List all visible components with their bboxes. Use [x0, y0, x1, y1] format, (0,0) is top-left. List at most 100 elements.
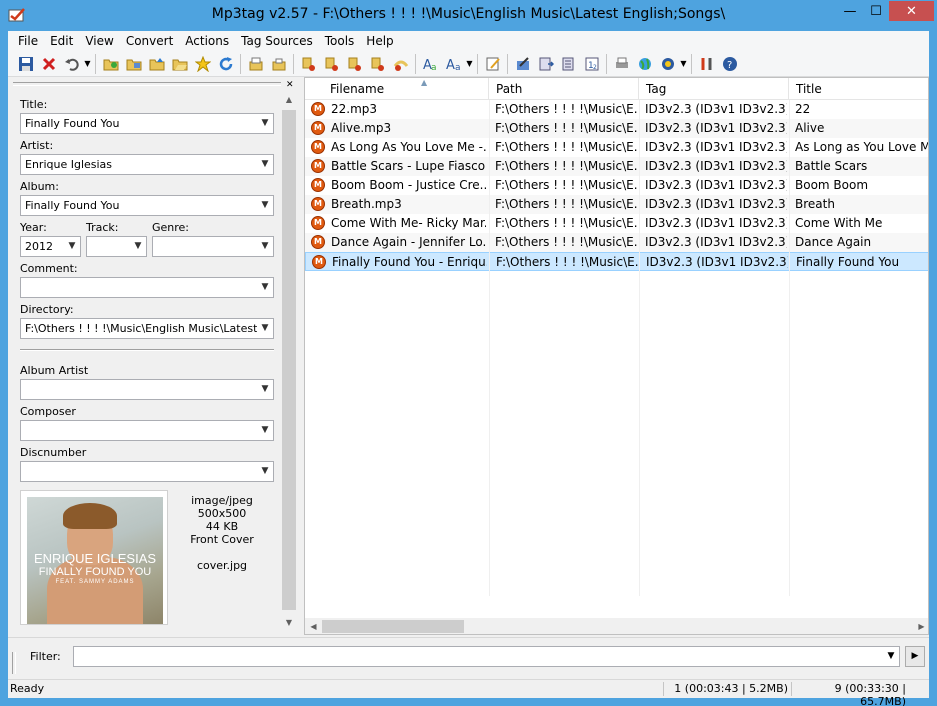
- column-filename-label: Filename: [330, 82, 385, 96]
- table-row[interactable]: M 22.mp3 F:\Others ! ! ! !\Music\E... ID3v2…: [305, 100, 928, 119]
- scroll-right-icon[interactable]: ▶: [913, 618, 928, 634]
- chevron-down-icon[interactable]: ▼: [257, 155, 273, 174]
- album-artist-field[interactable]: ▼: [20, 379, 274, 400]
- scroll-down-icon[interactable]: ▼: [281, 615, 297, 631]
- playlist-icon[interactable]: [557, 53, 580, 75]
- year-field[interactable]: 2012 ▼: [20, 236, 81, 257]
- chevron-down-icon[interactable]: ▼: [130, 237, 146, 256]
- hscroll-thumb[interactable]: [322, 620, 464, 633]
- column-tag[interactable]: Tag: [639, 78, 789, 100]
- table-row[interactable]: M Come With Me- Ricky Mar... F:\Others ! !…: [305, 214, 928, 233]
- table-row[interactable]: M Finally Found You - Enriqu... F:\Others …: [305, 252, 928, 271]
- import-icon[interactable]: [267, 53, 290, 75]
- add-file-icon[interactable]: [145, 53, 168, 75]
- panel-close-icon[interactable]: ✕: [286, 80, 294, 90]
- artist-field[interactable]: Enrique Iglesias ▼: [20, 154, 274, 175]
- save-icon[interactable]: [14, 53, 37, 75]
- chevron-down-icon[interactable]: ▼: [257, 196, 273, 215]
- cell-title: Battle Scars: [795, 159, 868, 173]
- print-icon[interactable]: [610, 53, 633, 75]
- quick-actions-icon[interactable]: Aa: [442, 53, 465, 75]
- table-row[interactable]: M As Long As You Love Me -... F:\Others ! …: [305, 138, 928, 157]
- chevron-down-icon[interactable]: ▼: [257, 421, 273, 440]
- title-bar[interactable]: Mp3tag v2.57 - F:\Others ! ! ! !\Music\E…: [0, 0, 937, 31]
- menu-view[interactable]: View: [79, 31, 119, 51]
- filter-input[interactable]: ▼: [73, 646, 900, 667]
- chevron-down-icon[interactable]: ▼: [257, 278, 273, 297]
- genre-field[interactable]: ▼: [152, 236, 274, 257]
- chevron-down-icon[interactable]: ▼: [883, 647, 899, 666]
- column-title[interactable]: Title: [789, 78, 928, 100]
- filter-grip[interactable]: [12, 652, 16, 674]
- numbering-icon[interactable]: 12: [580, 53, 603, 75]
- panel-grip[interactable]: [13, 82, 281, 86]
- composer-field[interactable]: ▼: [20, 420, 274, 441]
- chevron-down-icon[interactable]: ▼: [257, 380, 273, 399]
- file-list-hscrollbar[interactable]: ◀ ▶: [305, 618, 928, 634]
- filter-apply-button[interactable]: ▶: [905, 646, 925, 667]
- sort-ascending-icon: ▲: [421, 78, 428, 87]
- actions-icon[interactable]: Aa: [419, 53, 442, 75]
- column-filename[interactable]: Filename ▲: [323, 78, 489, 100]
- table-row[interactable]: M Breath.mp3 F:\Others ! ! ! !\Music\E... I…: [305, 195, 928, 214]
- convert-icon[interactable]: [534, 53, 557, 75]
- table-row[interactable]: M Alive.mp3 F:\Others ! ! ! !\Music\E... ID…: [305, 119, 928, 138]
- actions-dropdown-icon[interactable]: ▼: [465, 59, 474, 68]
- text-file-to-tag-icon[interactable]: [343, 53, 366, 75]
- tag-panel-scrollbar[interactable]: ▲ ▼: [281, 92, 297, 631]
- remove-tag-icon[interactable]: [37, 53, 60, 75]
- discnumber-field[interactable]: ▼: [20, 461, 274, 482]
- add-directory-icon[interactable]: [99, 53, 122, 75]
- table-row[interactable]: M Dance Again - Jennifer Lo... F:\Others !…: [305, 233, 928, 252]
- status-divider: [791, 682, 792, 696]
- tag-to-tag-icon[interactable]: [366, 53, 389, 75]
- column-path[interactable]: Path: [489, 78, 639, 100]
- tag-to-filename-icon[interactable]: [297, 53, 320, 75]
- svg-text:2: 2: [593, 64, 597, 71]
- undo-icon[interactable]: [60, 53, 83, 75]
- chevron-down-icon[interactable]: ▼: [257, 462, 273, 481]
- menu-edit[interactable]: Edit: [44, 31, 79, 51]
- edit-tags-icon[interactable]: [511, 53, 534, 75]
- favorites-icon[interactable]: [191, 53, 214, 75]
- auto-numbering-icon[interactable]: [389, 53, 412, 75]
- table-row[interactable]: M Boom Boom - Justice Cre... F:\Others ! !…: [305, 176, 928, 195]
- maximize-button[interactable]: ☐: [863, 1, 889, 21]
- web-sources-icon[interactable]: [633, 53, 656, 75]
- undo-dropdown-icon[interactable]: ▼: [83, 59, 92, 68]
- track-field[interactable]: ▼: [86, 236, 147, 257]
- extended-tags-icon[interactable]: [481, 53, 504, 75]
- minimize-button[interactable]: —: [837, 1, 863, 21]
- table-row[interactable]: M Battle Scars - Lupe Fiasco f... F:\Other…: [305, 157, 928, 176]
- cover-art-frame[interactable]: ENRIQUE IGLESIAS FINALLY FOUND YOU FEAT.…: [20, 490, 168, 625]
- open-folder-icon[interactable]: [168, 53, 191, 75]
- freedb-icon[interactable]: [656, 53, 679, 75]
- chevron-down-icon[interactable]: ▼: [257, 237, 273, 256]
- chevron-down-icon[interactable]: ▼: [64, 237, 80, 256]
- change-directory-icon[interactable]: [122, 53, 145, 75]
- menu-tag-sources[interactable]: Tag Sources: [235, 31, 319, 51]
- close-button[interactable]: ✕: [889, 1, 934, 21]
- menu-bar: File Edit View Convert Actions Tag Sourc…: [8, 31, 929, 51]
- directory-field[interactable]: F:\Others ! ! ! !\Music\English Music\La…: [20, 318, 274, 339]
- scroll-thumb[interactable]: [282, 110, 296, 610]
- help-icon[interactable]: ?: [718, 53, 741, 75]
- cover-info-spacer: [178, 546, 266, 559]
- title-field[interactable]: Finally Found You ▼: [20, 113, 274, 134]
- chevron-down-icon[interactable]: ▼: [257, 319, 273, 338]
- menu-tools[interactable]: Tools: [319, 31, 361, 51]
- refresh-icon[interactable]: [214, 53, 237, 75]
- album-field[interactable]: Finally Found You ▼: [20, 195, 274, 216]
- export-icon[interactable]: [244, 53, 267, 75]
- menu-actions[interactable]: Actions: [179, 31, 235, 51]
- menu-convert[interactable]: Convert: [120, 31, 179, 51]
- menu-help[interactable]: Help: [360, 31, 399, 51]
- comment-field[interactable]: ▼: [20, 277, 274, 298]
- tag-sources-dropdown-icon[interactable]: ▼: [679, 59, 688, 68]
- scroll-up-icon[interactable]: ▲: [281, 92, 297, 108]
- chevron-down-icon[interactable]: ▼: [257, 114, 273, 133]
- menu-file[interactable]: File: [12, 31, 44, 51]
- scroll-left-icon[interactable]: ◀: [305, 618, 322, 634]
- filename-to-tag-icon[interactable]: [320, 53, 343, 75]
- options-icon[interactable]: [695, 53, 718, 75]
